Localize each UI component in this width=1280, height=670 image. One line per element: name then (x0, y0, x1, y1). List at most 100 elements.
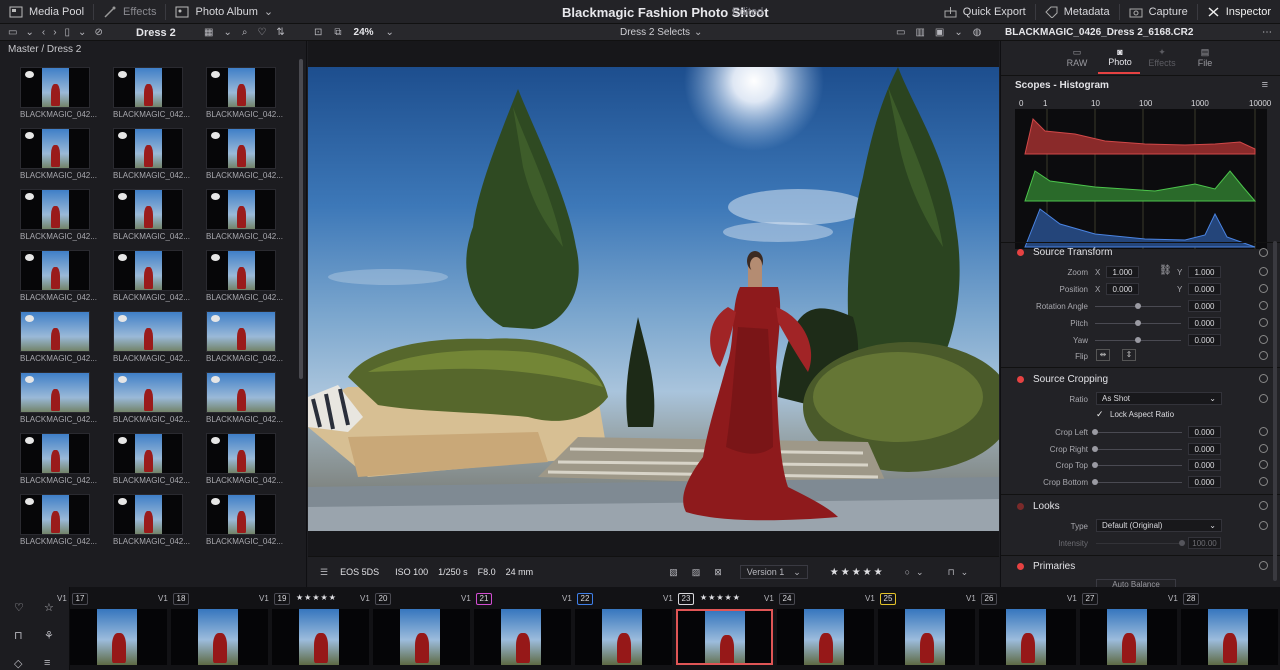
thumbnail-item[interactable]: BLACKMAGIC_042... (113, 128, 190, 184)
rotation-slider-handle[interactable] (1135, 303, 1141, 309)
breadcrumb[interactable]: Master / Dress 2 (8, 44, 81, 55)
primaries-title[interactable]: Primaries (1033, 561, 1075, 572)
reset-icon[interactable] (1259, 301, 1268, 310)
thumbnail-item[interactable]: BLACKMAGIC_042... (20, 372, 97, 428)
quick-export-button[interactable]: Quick Export (935, 0, 1035, 24)
sort-icon[interactable]: ≡ (44, 657, 50, 669)
version-select[interactable]: Version 1 ⌄ (739, 565, 808, 579)
source-cropping-title[interactable]: Source Cropping (1033, 374, 1108, 385)
intensity-slider-handle[interactable] (1179, 540, 1185, 546)
reset-icon[interactable] (1259, 335, 1268, 344)
filmstrip-clip[interactable]: V1 21 (461, 593, 574, 667)
main-photo[interactable] (308, 67, 999, 531)
thumbnail-item[interactable]: BLACKMAGIC_042... (206, 433, 283, 489)
yaw-slider-handle[interactable] (1135, 337, 1141, 343)
capture-button[interactable]: Capture (1120, 0, 1197, 24)
filmstrip-clip[interactable]: V1 19 ★★★★★ (259, 593, 372, 667)
reset-icon[interactable] (1259, 521, 1268, 530)
forward-arrow-icon[interactable]: › (53, 27, 56, 38)
section-enabled-dot[interactable] (1017, 376, 1024, 383)
overlay-icon[interactable]: ▣ (935, 27, 944, 38)
thumbnail-item[interactable]: BLACKMAGIC_042... (20, 189, 97, 245)
tab-raw[interactable]: ▭ RAW (1057, 47, 1097, 68)
thumbnail-item[interactable]: BLACKMAGIC_042... (113, 67, 190, 123)
selects-dropdown[interactable]: Dress 2 Selects ⌄ (620, 24, 702, 41)
thumbnail-item[interactable]: BLACKMAGIC_042... (206, 494, 283, 550)
bookmark-icon[interactable]: ⊓ (948, 567, 955, 578)
heart-icon[interactable]: ♡ (257, 27, 266, 38)
filmstrip-clip[interactable]: V1 17 (57, 593, 170, 667)
reset-icon[interactable] (1259, 318, 1268, 327)
auto-balance-button[interactable]: Auto Balance (1096, 579, 1176, 587)
heart-icon[interactable]: ♡ (14, 601, 24, 614)
sort-icon[interactable]: ⇅ (276, 27, 284, 38)
color-wheel-icon[interactable]: ◍ (973, 27, 982, 38)
tab-photo[interactable]: ◙ Photo (1100, 47, 1140, 67)
position-y-field[interactable]: 0.000 (1188, 283, 1221, 295)
single-view-icon[interactable]: ▭ (896, 27, 905, 38)
chevron-down-icon[interactable]: ⌄ (386, 27, 394, 38)
chevron-down-icon[interactable]: ⌄ (961, 567, 969, 578)
filmstrip-clip[interactable]: V1 20 (360, 593, 473, 667)
crop-right-field[interactable]: 0.000 (1188, 443, 1221, 455)
tab-effects[interactable]: ✦ Effects (1142, 47, 1182, 68)
looks-title[interactable]: Looks (1033, 501, 1060, 512)
back-arrow-icon[interactable]: ‹ (42, 27, 45, 38)
scrollbar[interactable] (299, 59, 303, 379)
thumbnail-item[interactable]: BLACKMAGIC_042... (113, 311, 190, 367)
panel-layout-icon[interactable]: ▭ (8, 27, 17, 38)
thumbnail-item[interactable]: BLACKMAGIC_042... (113, 189, 190, 245)
pitch-slider-handle[interactable] (1135, 320, 1141, 326)
star-rating[interactable]: ★★★★★ (830, 567, 885, 578)
grid-view-icon[interactable]: ▦ (204, 27, 213, 38)
inspector-button[interactable]: Inspector (1198, 0, 1280, 24)
zoom-y-field[interactable]: 1.000 (1188, 266, 1221, 278)
thumbnail-item[interactable]: BLACKMAGIC_042... (113, 372, 190, 428)
clip-star-rating[interactable]: ★★★★★ (296, 593, 337, 602)
image-tag-icon[interactable]: ▧ (669, 567, 678, 578)
lock-aspect-checkbox[interactable]: ✓ (1096, 409, 1106, 419)
thumbnail-item[interactable]: BLACKMAGIC_042... (206, 67, 283, 123)
fit-icon[interactable]: ⊡ (314, 27, 322, 38)
reset-icon[interactable] (1259, 284, 1268, 293)
zoom-x-field[interactable]: 1.000 (1106, 266, 1139, 278)
metadata-button[interactable]: Metadata (1036, 0, 1119, 24)
clip-star-rating[interactable]: ★★★★★ (700, 593, 741, 602)
filmstrip-clip[interactable]: V1 27 (1067, 593, 1180, 667)
reset-icon[interactable] (1259, 444, 1268, 453)
effects-button[interactable]: Effects (94, 0, 165, 24)
crop-top-field[interactable]: 0.000 (1188, 459, 1221, 471)
media-pool-button[interactable]: Media Pool (0, 0, 93, 24)
reset-icon[interactable] (1259, 394, 1268, 403)
settings-sliders-icon[interactable]: ☰ (320, 567, 328, 578)
crop-bottom-slider[interactable] (1098, 482, 1182, 483)
thumbnail-item[interactable]: BLACKMAGIC_042... (206, 128, 283, 184)
intensity-slider[interactable] (1096, 543, 1182, 544)
thumbnail-item[interactable]: BLACKMAGIC_042... (206, 189, 283, 245)
filmstrip-clip[interactable]: V1 25 (865, 593, 978, 667)
flip-vertical-icon[interactable]: ⇕ (1122, 349, 1136, 361)
filmstrip-clip[interactable]: V1 22 (562, 593, 675, 667)
image-icon[interactable]: ▨ (692, 567, 701, 578)
star-icon[interactable]: ☆ (44, 601, 54, 614)
thumbnail-item[interactable]: BLACKMAGIC_042... (113, 494, 190, 550)
yaw-field[interactable]: 0.000 (1188, 334, 1221, 346)
thumbnail-item[interactable]: BLACKMAGIC_042... (206, 311, 283, 367)
thumbnail-item[interactable]: BLACKMAGIC_042... (206, 372, 283, 428)
thumbnail-item[interactable]: BLACKMAGIC_042... (113, 250, 190, 306)
tab-file[interactable]: ▤ File (1185, 47, 1225, 68)
reset-icon[interactable] (1259, 477, 1268, 486)
crop-left-field[interactable]: 0.000 (1188, 426, 1221, 438)
ratio-dropdown[interactable]: As Shot ⌄ (1096, 392, 1222, 405)
flip-horizontal-icon[interactable]: ⇹ (1096, 349, 1110, 361)
chevron-down-icon[interactable]: ⌄ (223, 27, 231, 38)
reset-icon[interactable] (1259, 501, 1268, 510)
thumbnail-item[interactable]: BLACKMAGIC_042... (20, 250, 97, 306)
position-x-field[interactable]: 0.000 (1106, 283, 1139, 295)
pitch-field[interactable]: 0.000 (1188, 317, 1221, 329)
reset-icon[interactable] (1259, 460, 1268, 469)
thumbnail-item[interactable]: BLACKMAGIC_042... (20, 494, 97, 550)
crop-right-slider[interactable] (1098, 449, 1182, 450)
chevron-down-icon[interactable]: ⌄ (25, 27, 33, 38)
reset-icon[interactable] (1259, 374, 1268, 383)
